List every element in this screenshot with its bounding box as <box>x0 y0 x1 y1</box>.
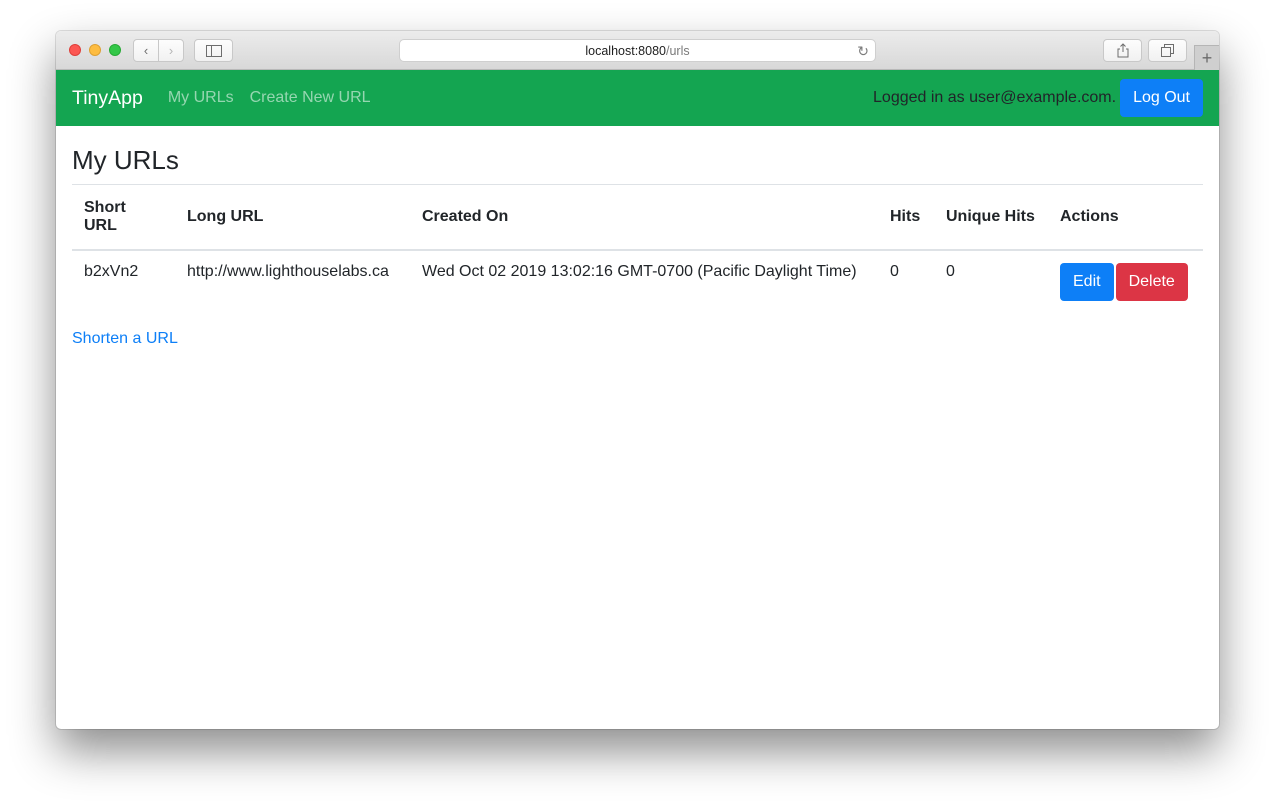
url-path: /urls <box>666 43 690 58</box>
sidebar-toggle-button[interactable] <box>194 39 233 62</box>
header-hits: Hits <box>878 185 934 251</box>
header-long-url: Long URL <box>175 185 410 251</box>
page-title: My URLs <box>72 145 1203 185</box>
header-actions: Actions <box>1048 185 1203 251</box>
url-host: localhost:8080 <box>585 43 666 58</box>
cell-actions: Edit Delete <box>1048 250 1203 313</box>
edit-button[interactable]: Edit <box>1060 263 1114 301</box>
shorten-url-link[interactable]: Shorten a URL <box>72 330 1203 348</box>
nav-link-create-new-url[interactable]: Create New URL <box>250 89 371 107</box>
chevron-right-icon: › <box>168 43 174 58</box>
browser-titlebar: ‹ › localhost:8080/urls ↻ + <box>56 31 1219 70</box>
new-tab-button[interactable]: + <box>1194 45 1219 70</box>
main-content: My URLs Short URL Long URL Created On Hi… <box>72 126 1203 348</box>
back-button[interactable]: ‹ <box>133 39 159 62</box>
browser-window: ‹ › localhost:8080/urls ↻ + TinyApp My U… <box>56 31 1219 729</box>
tabs-icon <box>1161 44 1174 57</box>
close-window-button[interactable] <box>69 44 81 56</box>
reload-icon[interactable]: ↻ <box>857 43 869 60</box>
cell-created-on: Wed Oct 02 2019 13:02:16 GMT-0700 (Pacif… <box>422 263 857 280</box>
cell-unique-hits: 0 <box>946 263 955 280</box>
navbar: TinyApp My URLs Create New URL Logged in… <box>56 70 1219 126</box>
show-tabs-button[interactable] <box>1148 39 1187 62</box>
share-button[interactable] <box>1103 39 1142 62</box>
address-bar[interactable]: localhost:8080/urls ↻ <box>399 39 876 62</box>
minimize-window-button[interactable] <box>89 44 101 56</box>
table-header-row: Short URL Long URL Created On Hits Uniqu… <box>72 185 1203 251</box>
chevron-left-icon: ‹ <box>143 43 149 58</box>
forward-button[interactable]: › <box>158 39 184 62</box>
delete-button[interactable]: Delete <box>1115 263 1188 301</box>
table-row: b2xVn2 http://www.lighthouselabs.ca Wed … <box>72 250 1203 313</box>
logged-in-text: Logged in as user@example.com. <box>873 89 1117 106</box>
nav-link-my-urls[interactable]: My URLs <box>168 89 234 107</box>
cell-short-url: b2xVn2 <box>84 263 139 280</box>
header-unique-hits: Unique Hits <box>934 185 1048 251</box>
header-short-url: Short URL <box>72 185 175 251</box>
sidebar-icon <box>205 44 222 57</box>
brand-link[interactable]: TinyApp <box>72 87 143 110</box>
navbar-user-area: Logged in as user@example.com. Log Out <box>873 79 1203 117</box>
share-icon <box>1117 43 1128 58</box>
cell-long-url: http://www.lighthouselabs.ca <box>187 263 389 280</box>
cell-hits: 0 <box>890 263 899 280</box>
header-created-on: Created On <box>410 185 878 251</box>
plus-icon: + <box>1201 47 1213 68</box>
logout-button[interactable]: Log Out <box>1120 79 1203 117</box>
urls-table: Short URL Long URL Created On Hits Uniqu… <box>72 185 1203 313</box>
maximize-window-button[interactable] <box>109 44 121 56</box>
